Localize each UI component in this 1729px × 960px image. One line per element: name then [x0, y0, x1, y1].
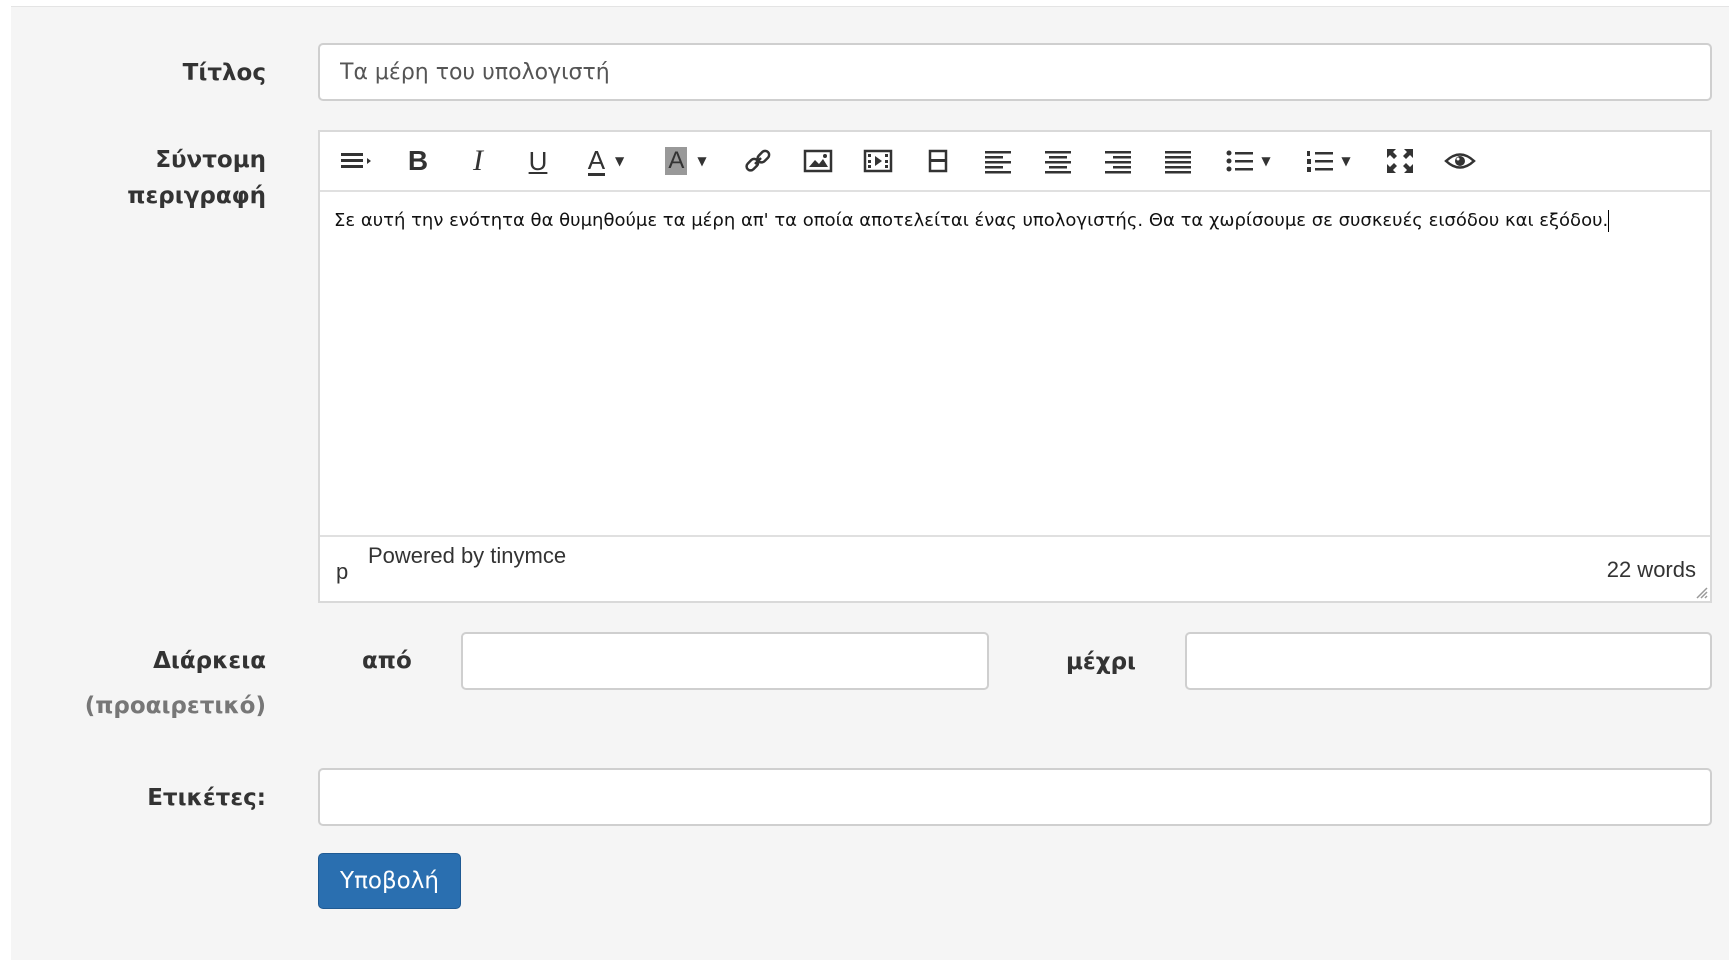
tags-input[interactable]: [318, 768, 1712, 826]
editor-text: Σε αυτή την ενότητα θα θυμηθούμε τα μέρη…: [334, 210, 1609, 231]
duration-optional-note: (προαιρετικό): [84, 693, 266, 719]
to-label: μέχρι: [1066, 649, 1136, 675]
bold-icon[interactable]: B: [398, 142, 438, 180]
editor-content[interactable]: Σε αυτή την ενότητα θα θυμηθούμε τα μέρη…: [334, 208, 1696, 234]
align-right-icon[interactable]: [1098, 142, 1138, 180]
description-label-line1: Σύντομη: [155, 147, 266, 173]
numbered-list-button[interactable]: ▼: [1298, 142, 1358, 180]
duration-label: Διάρκεια: [153, 648, 266, 674]
description-label-line2: περιγραφή: [127, 183, 266, 209]
media-icon[interactable]: [858, 142, 898, 180]
editor-toolbar: B I U A ▼ A ▼ ▼ ▼: [320, 132, 1710, 192]
preview-icon[interactable]: [1440, 142, 1480, 180]
description-label: Σύντομη περιγραφή: [127, 142, 266, 214]
background-color-button[interactable]: A ▼: [658, 142, 714, 180]
bullet-list-button[interactable]: ▼: [1218, 142, 1278, 180]
rich-text-editor[interactable]: B I U A ▼ A ▼ ▼ ▼ Σε αυτή την ενότητα θα…: [318, 130, 1712, 603]
italic-icon[interactable]: I: [458, 142, 498, 180]
powered-by-link[interactable]: Powered by tinymce: [368, 543, 566, 569]
link-icon[interactable]: [738, 142, 778, 180]
tags-label: Ετικέτες:: [147, 785, 266, 811]
resize-handle-icon[interactable]: [1694, 585, 1708, 599]
align-center-icon[interactable]: [1038, 142, 1078, 180]
submit-button[interactable]: Υποβολή: [318, 853, 461, 909]
text-caret: [1608, 210, 1610, 232]
align-justify-icon[interactable]: [1158, 142, 1198, 180]
bullet-list-icon: [1226, 150, 1254, 172]
underline-icon[interactable]: U: [518, 142, 558, 180]
chevron-down-icon: ▼: [1261, 154, 1271, 168]
word-count: 22 words: [1606, 557, 1696, 582]
text-color-icon: A: [587, 144, 606, 176]
title-input[interactable]: [318, 43, 1712, 101]
from-label: από: [362, 648, 412, 674]
align-left-icon[interactable]: [978, 142, 1018, 180]
chevron-down-icon: ▼: [1341, 154, 1351, 168]
template-icon[interactable]: [918, 142, 958, 180]
background-color-icon: A: [665, 147, 688, 175]
from-date-input[interactable]: [461, 632, 989, 690]
chevron-down-icon: ▼: [615, 154, 625, 168]
to-date-input[interactable]: [1185, 632, 1712, 690]
editor-statusbar: p Powered by tinymce 22 words: [320, 535, 1710, 601]
fullscreen-icon[interactable]: [1380, 142, 1420, 180]
title-label: Τίτλος: [182, 60, 266, 86]
numbered-list-icon: [1307, 151, 1334, 172]
element-path[interactable]: p: [336, 559, 348, 585]
image-icon[interactable]: [798, 142, 838, 180]
chevron-down-icon: ▼: [697, 154, 707, 168]
format-block-icon[interactable]: [338, 142, 378, 180]
text-color-button[interactable]: A ▼: [578, 142, 634, 180]
